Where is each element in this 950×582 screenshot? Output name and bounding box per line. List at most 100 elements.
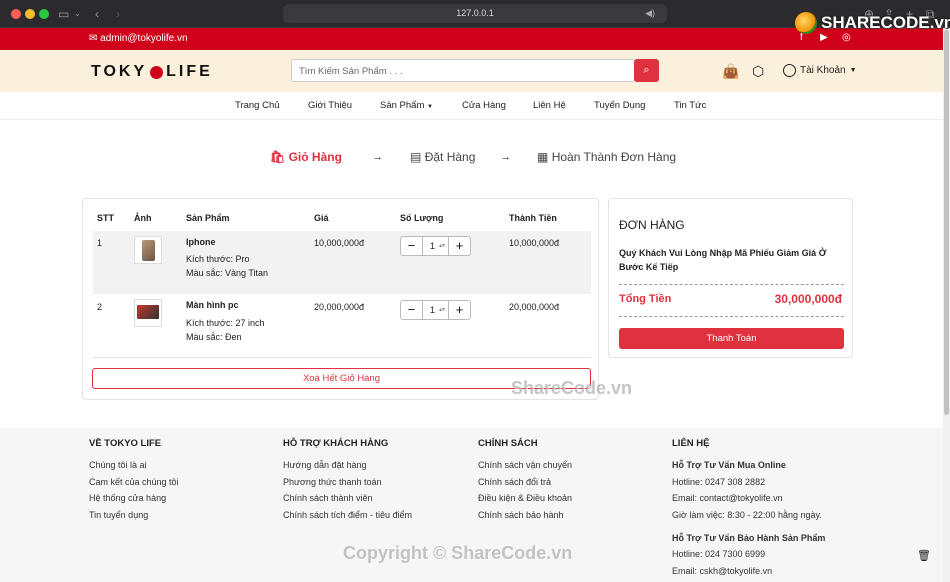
- decrease-button[interactable]: −: [401, 301, 422, 319]
- checkout-button[interactable]: Thanh Toán: [619, 328, 844, 349]
- logo-dot-icon: [150, 65, 164, 79]
- account-menu[interactable]: Tài Khoản ▼: [783, 64, 857, 77]
- step-order-label: Đặt Hàng: [424, 150, 476, 164]
- quantity-input[interactable]: 1 ▴▾: [422, 301, 449, 319]
- quantity-stepper: − 1 ▴▾ +: [400, 236, 471, 256]
- online-hotline[interactable]: Hotline: 0247 308 2882: [672, 477, 765, 487]
- product-name[interactable]: Màn hình pc: [186, 300, 239, 310]
- footer-col2-title: HỖ TRỢ KHÁCH HÀNG: [283, 438, 389, 449]
- sharecode-ball-icon: [795, 12, 817, 34]
- search-placeholder: Tìm Kiếm Sản Phẩm . . .: [299, 66, 403, 77]
- online-email[interactable]: Email: contact@tokyolife.vn: [672, 493, 783, 503]
- nav-item-products[interactable]: Sản Phẩm ▼: [380, 100, 433, 111]
- footer-link[interactable]: Tin tuyển dụng: [89, 510, 148, 520]
- search-input[interactable]: Tìm Kiếm Sản Phẩm . . .: [291, 59, 635, 82]
- warranty-hotline[interactable]: Hotline: 024 7300 6999: [672, 549, 765, 559]
- decrease-button[interactable]: −: [401, 237, 422, 255]
- main-nav: Trang Chủ Giới Thiệu Sản Phẩm ▼ Cửa Hàng…: [0, 92, 943, 120]
- footer-link[interactable]: Hệ thống cửa hàng: [89, 493, 166, 503]
- shopping-bag-icon[interactable]: 👜: [722, 63, 739, 80]
- nav-item-about[interactable]: Giới Thiệu: [308, 100, 352, 111]
- user-icon: [783, 64, 796, 77]
- nav-item-careers[interactable]: Tuyển Dụng: [594, 100, 645, 111]
- row-stt: 2: [97, 302, 103, 312]
- site-header: TOKY LIFE Tìm Kiếm Sản Phẩm . . . ⌕ 👜 ⬡ …: [0, 50, 943, 92]
- footer-link[interactable]: Chính sách bảo hành: [478, 510, 564, 520]
- footer-link[interactable]: Chính sách tích điểm - tiêu điểm: [283, 510, 412, 520]
- forward-icon[interactable]: ›: [116, 7, 120, 21]
- search-button[interactable]: ⌕: [634, 59, 659, 82]
- nav-item-products-label: Sản Phẩm: [380, 100, 425, 111]
- product-price: 10,000,000đ: [314, 238, 365, 248]
- step-complete-label: Hoàn Thành Đơn Hàng: [551, 150, 677, 164]
- arrow-right-icon: →: [500, 151, 511, 163]
- divider: [619, 316, 844, 317]
- spinner-icon[interactable]: ▴▾: [439, 237, 445, 255]
- product-size: Kích thước: 27 inch: [186, 318, 265, 328]
- page-scrollbar[interactable]: [943, 28, 950, 582]
- footer-link[interactable]: Phương thức thanh toán: [283, 477, 382, 487]
- col-header-price: Giá: [314, 213, 329, 223]
- footer-col3-title: CHÍNH SÁCH: [478, 438, 538, 449]
- minimize-window-button[interactable]: [25, 9, 35, 19]
- nav-item-news[interactable]: Tin Tức: [674, 100, 706, 111]
- account-label: Tài Khoản: [800, 65, 846, 76]
- trash-icon[interactable]: 🗑: [917, 549, 931, 562]
- footer-link[interactable]: Chính sách thành viên: [283, 493, 373, 503]
- product-image-iphone[interactable]: [134, 236, 162, 264]
- sharecode-logo: SHARECODE.vn: [795, 10, 950, 36]
- scrollbar-thumb[interactable]: [944, 30, 949, 415]
- caret-down-icon: ▼: [427, 104, 433, 110]
- step-cart: 🛍 Giỏ Hàng: [270, 150, 342, 164]
- step-cart-label: Giỏ Hàng: [288, 150, 342, 164]
- copyright-watermark: Copyright © ShareCode.vn: [343, 543, 573, 563]
- back-icon[interactable]: ‹: [95, 7, 99, 21]
- checklist-icon: ▦: [537, 150, 549, 164]
- quantity-stepper: − 1 ▴▾ +: [400, 300, 471, 320]
- footer-link[interactable]: Điều kiện & Điều khoản: [478, 493, 572, 503]
- footer-link[interactable]: Cam kết của chúng tôi: [89, 477, 179, 487]
- sharecode-logo-text: SHARECODE.vn: [821, 13, 950, 32]
- top-email-text: admin@tokyolife.vn: [100, 33, 188, 44]
- footer-col1-title: VỀ TOKYO LIFE: [89, 438, 162, 449]
- address-bar[interactable]: 127.0.0.1 ◀): [283, 4, 667, 23]
- order-summary-panel: ĐƠN HÀNG Quý Khách Vui Lòng Nhập Mã Phiế…: [608, 198, 853, 358]
- product-image-monitor[interactable]: [134, 299, 162, 327]
- warranty-email[interactable]: Email: cskh@tokyolife.vn: [672, 566, 772, 576]
- product-size: Kích thước: Pro: [186, 254, 250, 264]
- step-order: ▤ Đặt Hàng: [410, 150, 475, 164]
- footer-col4-title: LIÊN HỆ: [672, 438, 710, 449]
- product-total: 20,000,000đ: [509, 302, 560, 312]
- spinner-icon[interactable]: ▴▾: [439, 301, 445, 319]
- product-color: Màu sắc: Đen: [186, 332, 242, 342]
- working-hours: Giờ làm việc: 8:30 - 22:00 hằng ngày.: [672, 510, 822, 520]
- top-email[interactable]: ✉ admin@tokyolife.vn: [89, 33, 188, 44]
- footer-link[interactable]: Chính sách đổi trả: [478, 477, 551, 487]
- quantity-input[interactable]: 1 ▴▾: [422, 237, 449, 255]
- increase-button[interactable]: +: [449, 301, 470, 319]
- nav-item-stores[interactable]: Cửa Hàng: [462, 100, 506, 111]
- chevron-down-icon[interactable]: ⌄: [74, 7, 81, 21]
- clipboard-icon: ▤: [410, 150, 422, 164]
- cart-bag-icon: 🛍: [270, 150, 286, 164]
- arrow-right-icon: →: [372, 151, 383, 163]
- divider: [619, 284, 844, 285]
- product-name[interactable]: Iphone: [186, 237, 216, 247]
- center-watermark: ShareCode.vn: [511, 378, 633, 398]
- audio-icon[interactable]: ◀): [645, 4, 655, 23]
- sidebar-icon[interactable]: ▭: [58, 7, 69, 21]
- footer-link[interactable]: Chúng tôi là ai: [89, 460, 147, 470]
- product-color: Màu sắc: Vàng Titan: [186, 268, 269, 278]
- footer-link[interactable]: Hướng dẫn đặt hàng: [283, 460, 367, 470]
- col-header-image: Ảnh: [134, 213, 152, 223]
- increase-button[interactable]: +: [449, 237, 470, 255]
- box-icon[interactable]: ⬡: [752, 63, 764, 80]
- site-logo[interactable]: TOKY LIFE: [91, 63, 213, 81]
- total-value: 30,000,000đ: [774, 292, 842, 306]
- footer-link[interactable]: Chính sách vận chuyển: [478, 460, 572, 470]
- zoom-window-button[interactable]: [39, 9, 49, 19]
- search-icon: ⌕: [643, 64, 650, 76]
- nav-item-contact[interactable]: Liên Hệ: [533, 100, 566, 111]
- close-window-button[interactable]: [11, 9, 21, 19]
- nav-item-home[interactable]: Trang Chủ: [235, 100, 280, 111]
